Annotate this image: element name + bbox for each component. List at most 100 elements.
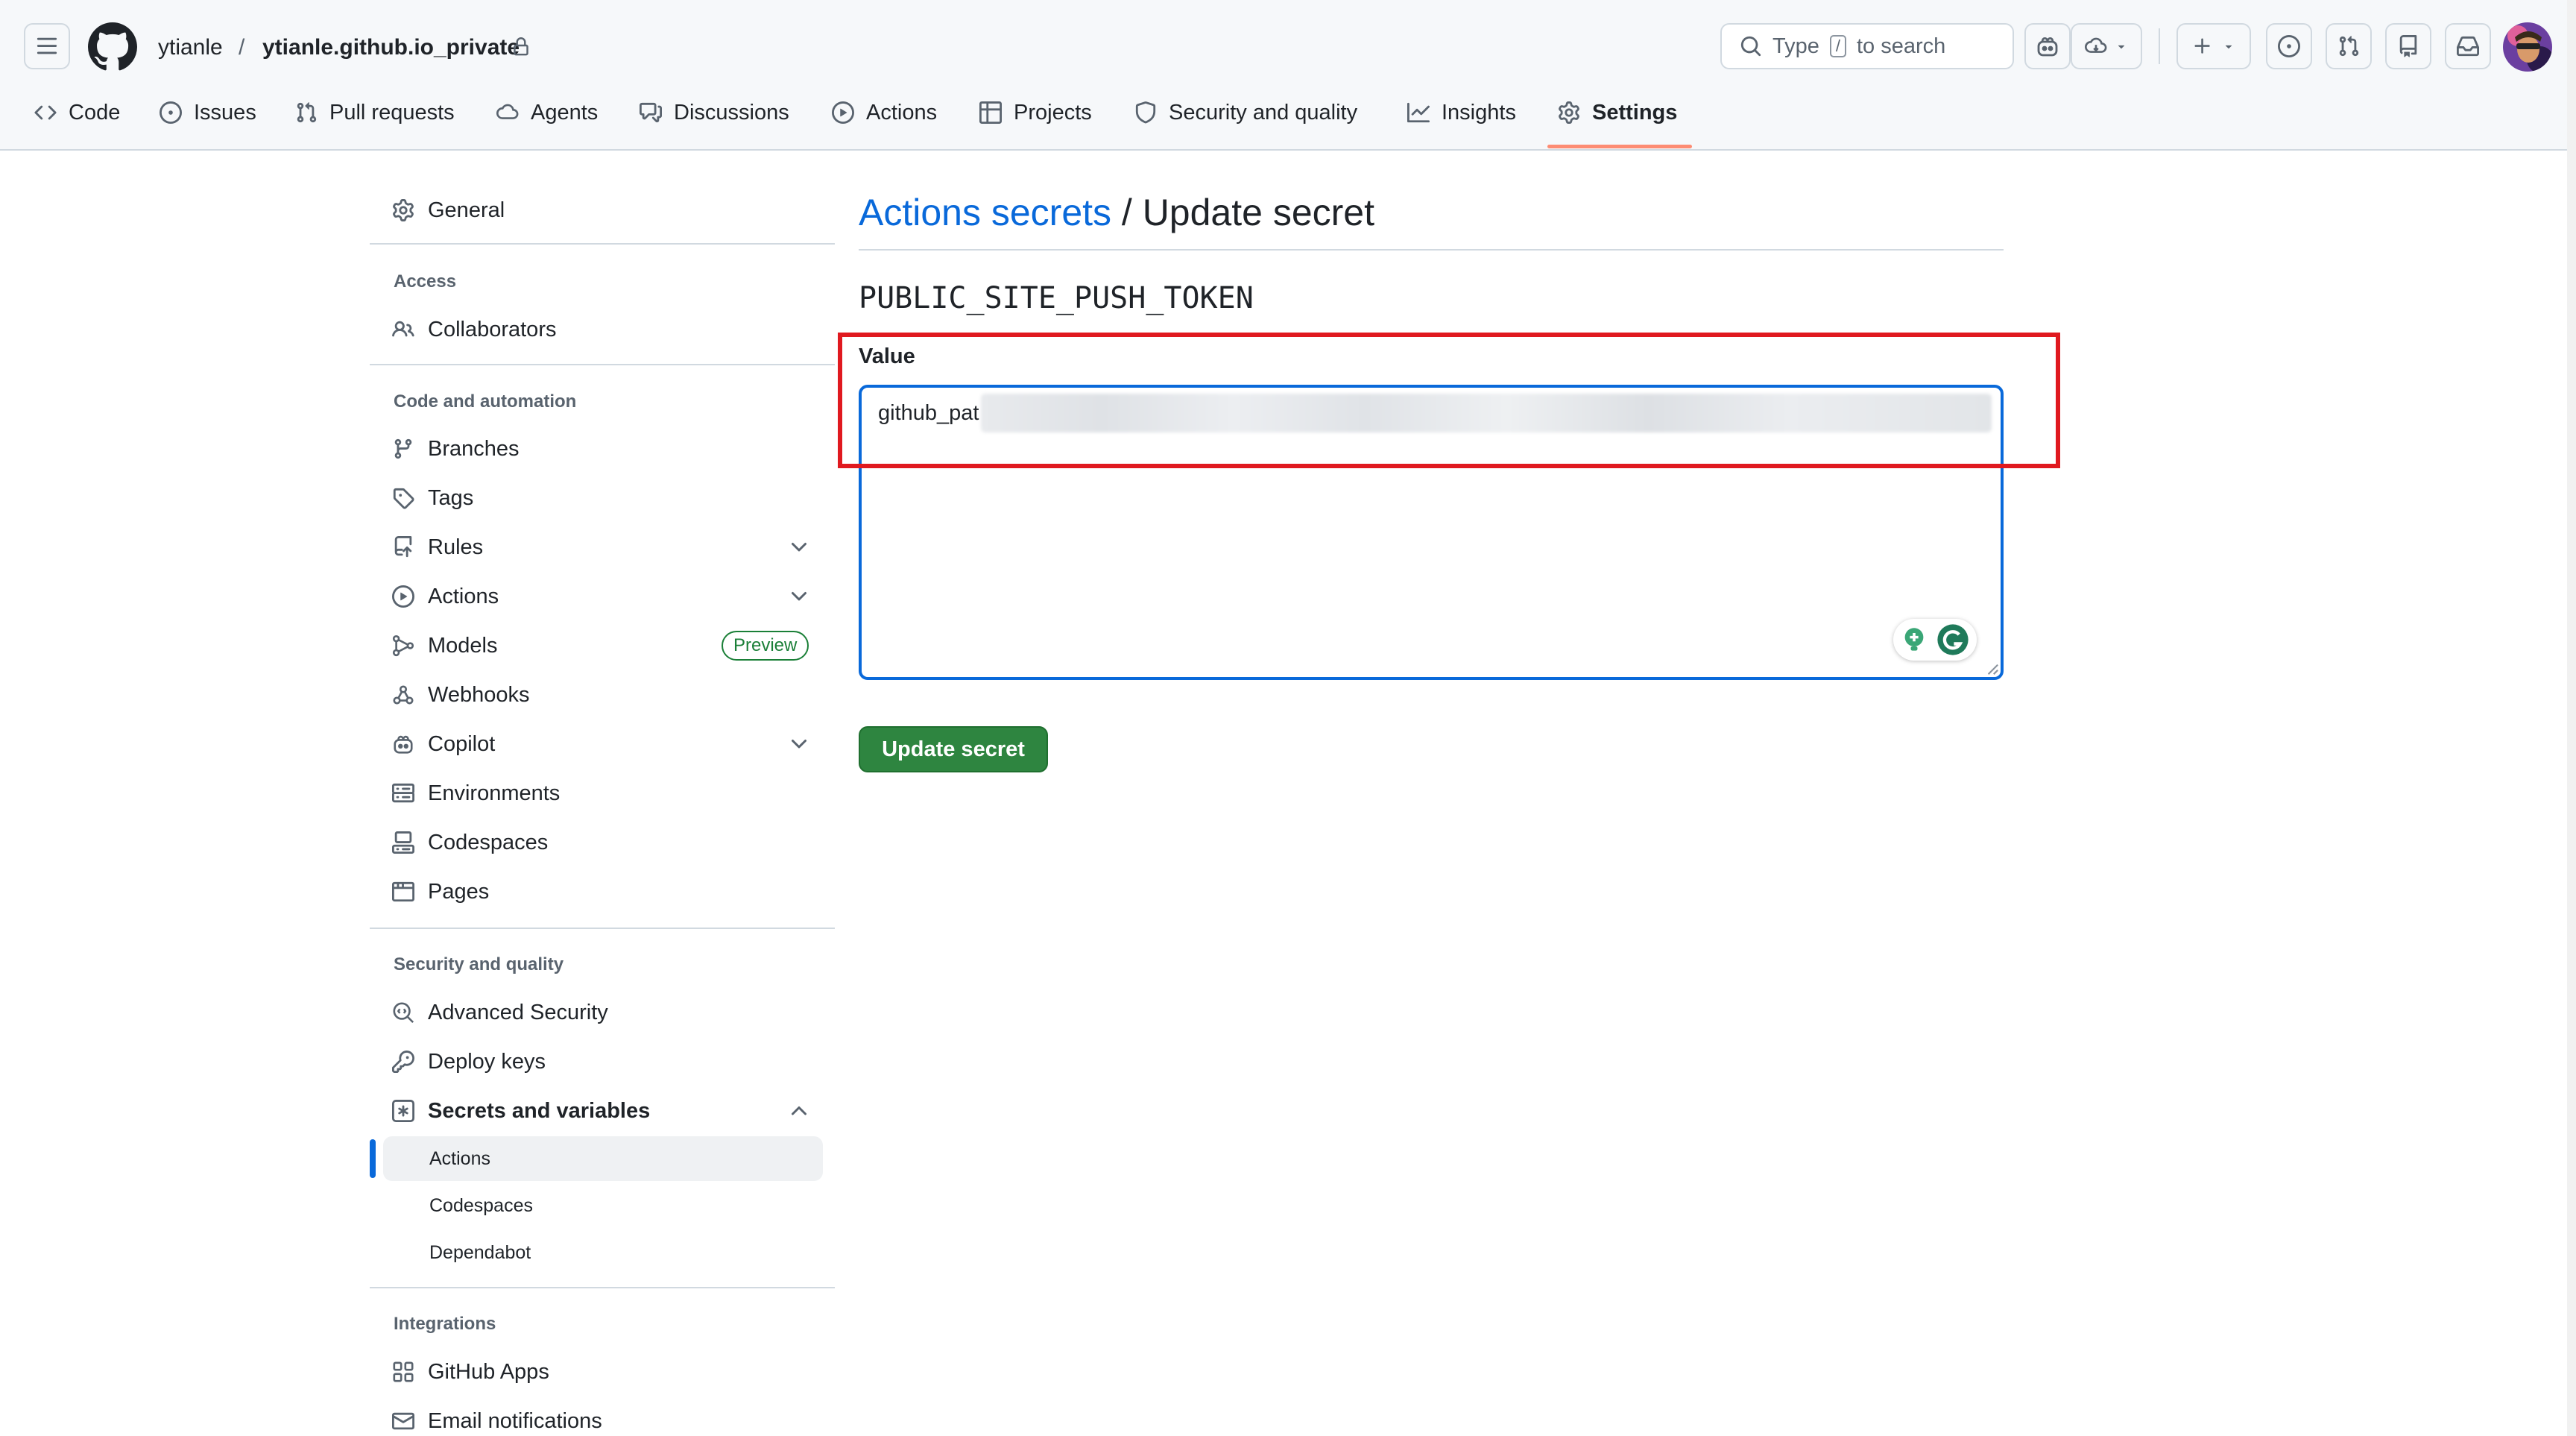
sidebar-item-collaborators[interactable]: Collaborators: [392, 315, 556, 344]
tab-discussions[interactable]: Discussions: [640, 95, 789, 130]
chevron-down-icon[interactable]: [787, 535, 811, 559]
search-prefix: Type: [1772, 34, 1819, 58]
notifications-button[interactable]: [2445, 23, 2491, 69]
menu-button[interactable]: [24, 23, 70, 69]
sidebar-item-copilot[interactable]: Copilot: [392, 729, 495, 759]
sidebar-item-label: Secrets and variables: [428, 1098, 651, 1123]
create-new-button[interactable]: [2176, 23, 2251, 69]
sidebar-item-label: Pages: [428, 879, 490, 904]
tab-label: Code: [69, 100, 121, 125]
grammarly-icon: [1937, 624, 1969, 655]
sidebar-subitem-actions[interactable]: Actions: [429, 1148, 490, 1170]
gear-icon: [1559, 101, 1579, 124]
lightbulb-icon: [1904, 628, 1924, 651]
pull-requests-button[interactable]: [2326, 23, 2372, 69]
browser-icon: [392, 881, 414, 902]
sidebar-subitem-codespaces[interactable]: Codespaces: [429, 1195, 533, 1217]
sidebar-item-secrets-and-variables[interactable]: Secrets and variables: [392, 1096, 650, 1126]
active-nav-indicator: [370, 1139, 376, 1178]
repo-push-icon: [394, 536, 412, 558]
tab-projects[interactable]: Projects: [979, 95, 1092, 130]
actions-secrets-link[interactable]: Actions secrets: [859, 192, 1111, 233]
sidebar-item-label: Deploy keys: [428, 1049, 546, 1074]
tab-label: Pull requests: [329, 100, 455, 125]
sidebar-item-deploy-keys[interactable]: Deploy keys: [392, 1047, 546, 1077]
sidebar-item-pages[interactable]: Pages: [392, 877, 489, 907]
sidebar-item-github-apps[interactable]: GitHub Apps: [392, 1357, 549, 1387]
resize-grip-icon[interactable]: [1986, 662, 1999, 676]
sidebar-item-label: GitHub Apps: [428, 1359, 549, 1384]
tab-agents[interactable]: Agents: [496, 95, 598, 130]
header-divider: [2159, 28, 2160, 64]
window-edge: [2567, 0, 2576, 1436]
sidebar-section-access: Access: [394, 271, 457, 292]
copilot-icon: [394, 735, 413, 754]
hamburger-icon: [37, 37, 57, 54]
sidebar-section-integrations: Integrations: [394, 1314, 496, 1334]
sidebar-item-branches[interactable]: Branches: [392, 434, 520, 464]
issues-button[interactable]: [2266, 23, 2312, 69]
tab-insights[interactable]: Insights: [1407, 95, 1516, 130]
github-logo-icon[interactable]: [88, 22, 137, 72]
sidebar-item-label: Branches: [428, 436, 520, 461]
sidebar-item-models[interactable]: Models: [392, 631, 498, 661]
page-title-rest: / Update secret: [1111, 192, 1374, 233]
server-icon: [392, 783, 414, 803]
repositories-button[interactable]: [2385, 23, 2431, 69]
update-secret-button[interactable]: Update secret: [859, 726, 1048, 772]
sidebar-section-security-and-quality: Security and quality: [394, 954, 564, 974]
sidebar-item-webhooks[interactable]: Webhooks: [392, 680, 530, 710]
tab-issues[interactable]: Issues: [160, 95, 256, 130]
copilot-menu-button[interactable]: [2071, 23, 2142, 69]
copilot-icon: [2037, 37, 2058, 57]
sidebar-subitem-dependabot[interactable]: Dependabot: [429, 1242, 531, 1264]
tab-label: Projects: [1014, 100, 1092, 125]
tab-settings[interactable]: Settings: [1558, 95, 1677, 130]
repo-name-link[interactable]: ytianle.github.io_private: [262, 33, 520, 63]
tab-label: Actions: [866, 100, 938, 125]
sidebar-item-label: Actions: [428, 584, 499, 608]
sidebar-divider: [370, 928, 835, 929]
tab-security-and-quality[interactable]: Security and quality: [1134, 95, 1357, 130]
sidebar-item-codespaces[interactable]: Codespaces: [392, 828, 548, 857]
sidebar-item-advanced-security[interactable]: Advanced Security: [392, 998, 608, 1027]
sidebar-item-environments[interactable]: Environments: [392, 778, 560, 808]
sidebar-item-tags[interactable]: Tags: [392, 483, 473, 513]
chevron-up-icon[interactable]: [787, 1099, 811, 1123]
repo-icon: [2399, 35, 2417, 57]
tab-label: Agents: [531, 100, 599, 125]
sidebar-item-label: Advanced Security: [428, 1000, 608, 1024]
sidebar-item-rules[interactable]: Rules: [392, 532, 483, 562]
models-icon: [392, 634, 414, 657]
avatar[interactable]: [2503, 22, 2552, 72]
sidebar-item-general[interactable]: General: [392, 195, 505, 225]
people-icon: [392, 321, 414, 337]
sidebar-divider: [370, 1287, 835, 1288]
chevron-down-icon[interactable]: [787, 732, 811, 756]
play-icon: [832, 101, 854, 124]
sidebar-item-label: Models: [428, 633, 498, 658]
inbox-icon: [2457, 36, 2479, 57]
page-title: Actions secrets / Update secret: [859, 188, 1374, 237]
key-asterisk-icon: [392, 1100, 414, 1122]
chevron-down-icon[interactable]: [787, 585, 811, 608]
sidebar-item-actions[interactable]: Actions: [392, 582, 499, 611]
sidebar-item-label: Environments: [428, 781, 561, 805]
git-pull-request-icon: [297, 102, 317, 123]
tab-pull-requests[interactable]: Pull requests: [295, 95, 455, 130]
sidebar-item-email-notifications[interactable]: Email notifications: [392, 1406, 602, 1436]
tab-code[interactable]: Code: [34, 95, 120, 130]
writing-assistant-widget[interactable]: [1893, 619, 1977, 661]
sidebar-item-label: General: [428, 198, 505, 222]
copilot-button[interactable]: [2024, 23, 2071, 69]
search-input[interactable]: Type / to search: [1720, 23, 2014, 69]
sidebar-section-code-and-automation: Code and automation: [394, 391, 577, 412]
tab-actions[interactable]: Actions: [832, 95, 937, 130]
tab-label: Issues: [194, 100, 256, 125]
annotation-highlight-box: [838, 333, 2060, 468]
key-icon: [392, 1051, 414, 1073]
caret-down-icon: [2225, 45, 2232, 49]
repo-owner-link[interactable]: ytianle: [158, 33, 223, 63]
graph-icon: [1407, 102, 1430, 123]
sidebar-divider: [370, 243, 835, 245]
